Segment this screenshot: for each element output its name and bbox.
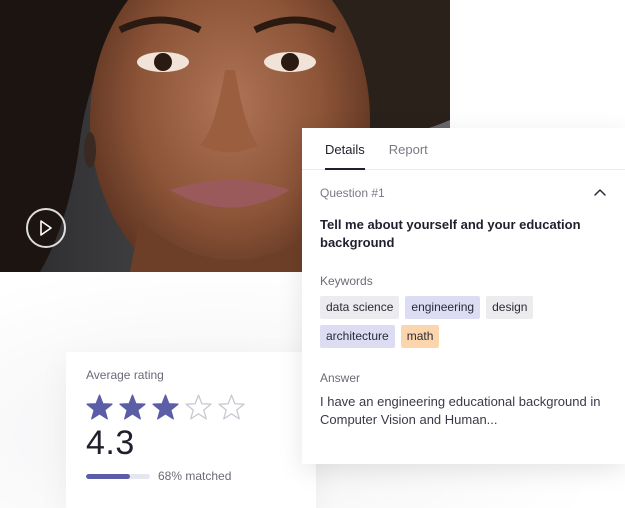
match-row: 68% matched	[86, 469, 296, 483]
star-filled-icon	[119, 394, 146, 420]
keyword-chip: math	[400, 325, 440, 348]
tab-report[interactable]: Report	[389, 128, 428, 169]
question-title: Tell me about yourself and your educatio…	[320, 217, 581, 250]
rating-value: 4.3	[86, 424, 135, 462]
play-icon	[40, 220, 52, 236]
play-button[interactable]	[26, 208, 66, 248]
answer-label: Answer	[320, 371, 361, 385]
rating-card: Average rating 4.3 68% matched	[66, 352, 316, 508]
chevron-up-icon[interactable]	[593, 186, 607, 200]
rating-label: Average rating	[86, 368, 164, 382]
star-rating	[86, 394, 296, 420]
star-filled-icon	[152, 394, 179, 420]
keyword-chip: engineering	[405, 296, 481, 319]
match-progress-fill	[86, 473, 130, 479]
star-empty-icon	[218, 394, 245, 420]
answer-text: I have an engineering educational backgr…	[320, 394, 601, 427]
keywords-label: Keywords	[320, 274, 373, 288]
star-empty-icon	[185, 394, 212, 420]
star-filled-icon	[86, 394, 113, 420]
tab-bar: Details Report	[302, 128, 625, 170]
question-header[interactable]: Question #1	[320, 186, 607, 200]
keyword-list: data science engineering design architec…	[320, 296, 610, 348]
keyword-chip: architecture	[320, 325, 395, 348]
tab-details[interactable]: Details	[325, 128, 365, 170]
details-panel: Details Report Question #1 Tell me about…	[302, 128, 625, 464]
question-label: Question #1	[320, 186, 385, 200]
keyword-chip: design	[486, 296, 534, 319]
match-progress-bar	[86, 473, 150, 479]
keyword-chip: data science	[320, 296, 400, 319]
match-text: 68% matched	[158, 469, 232, 483]
